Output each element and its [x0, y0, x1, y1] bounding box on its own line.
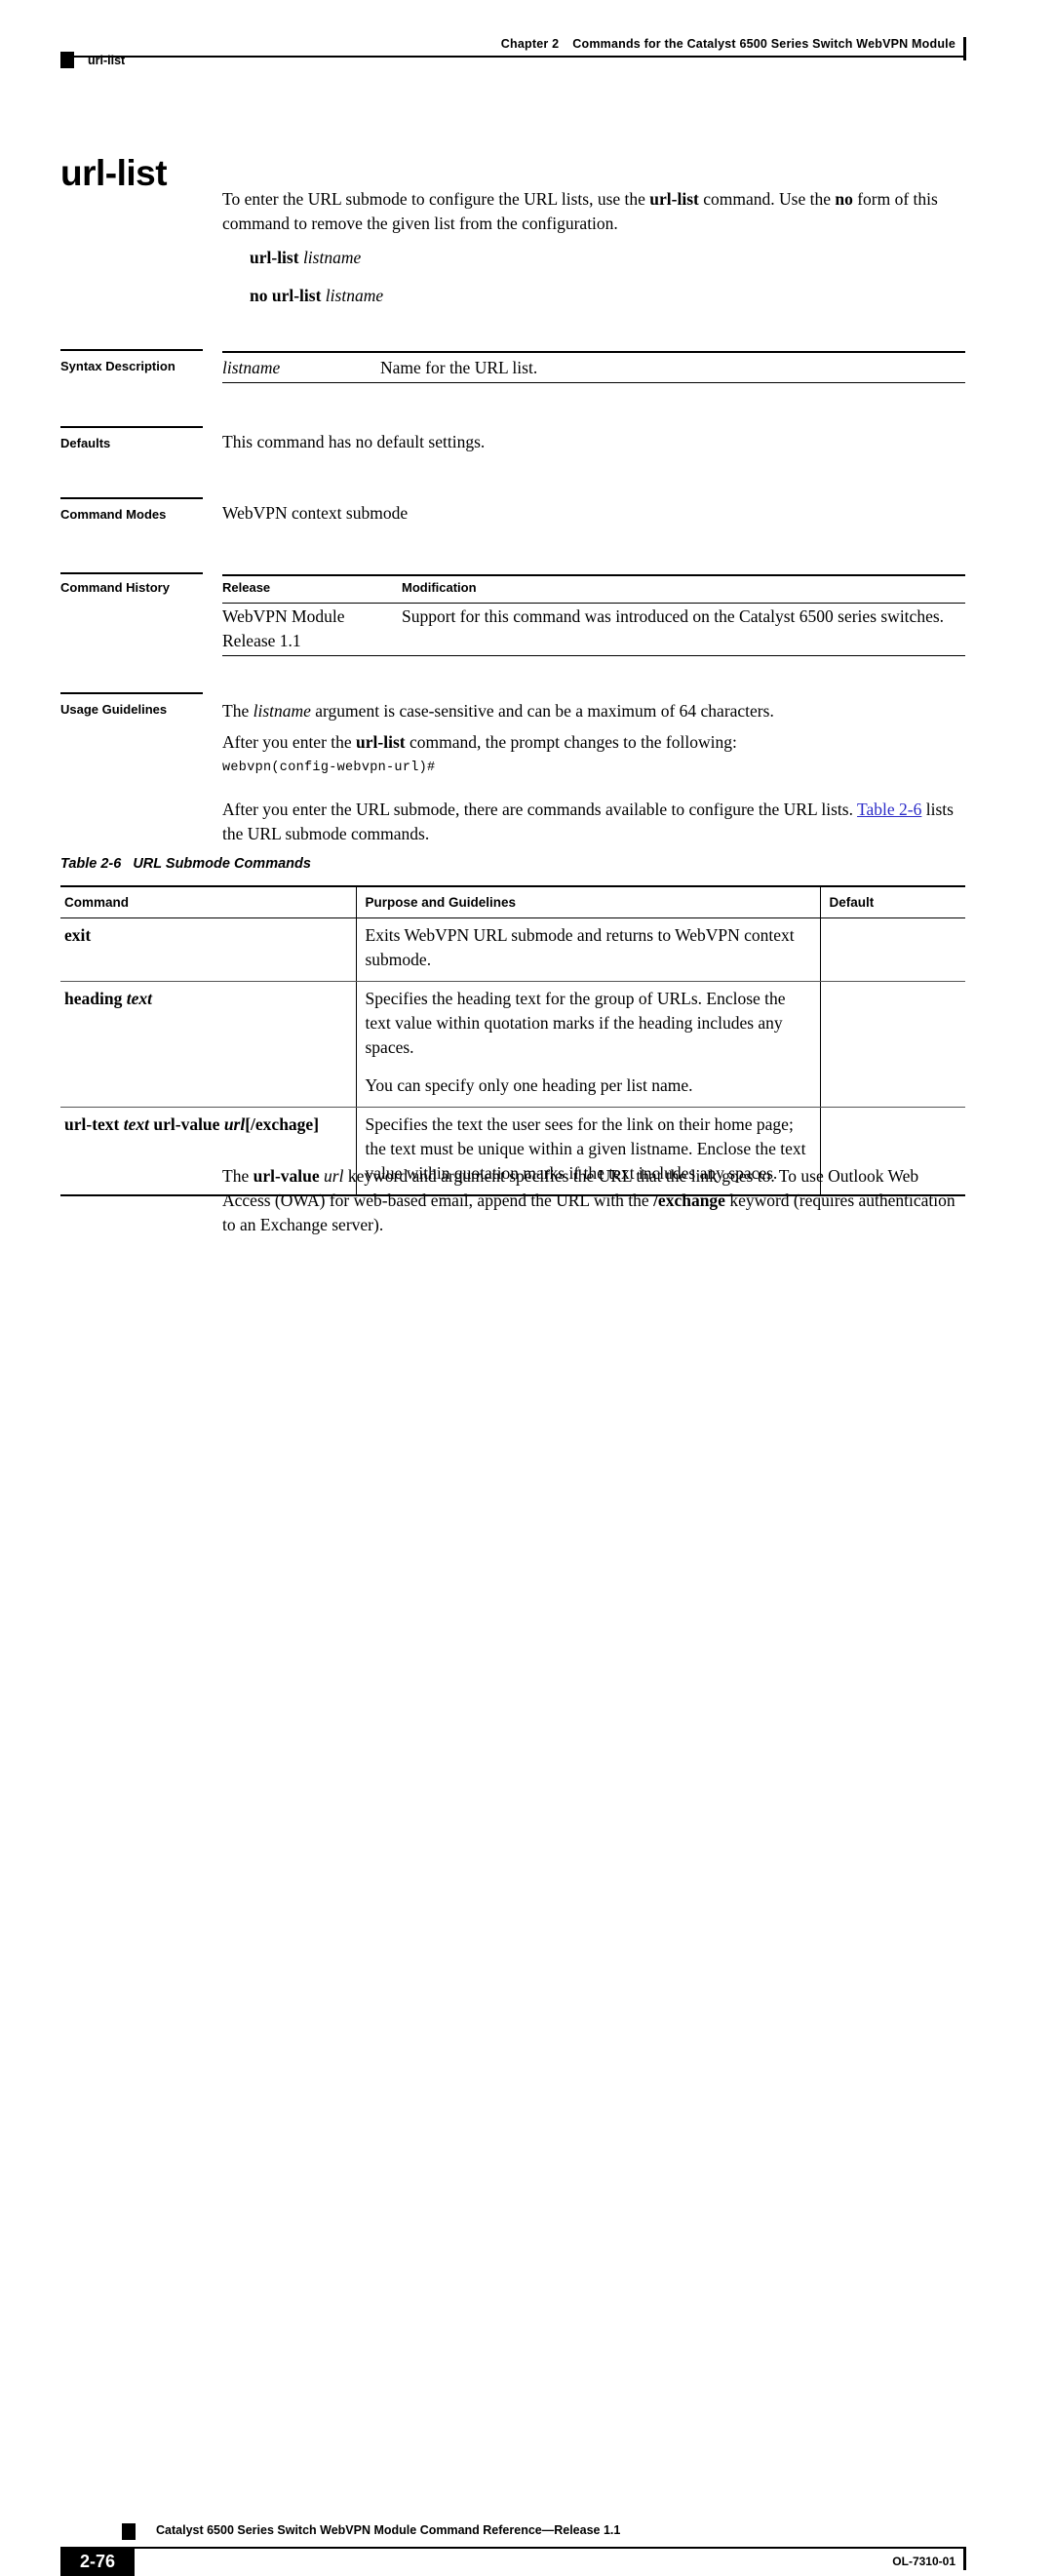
- page-title: url-list: [60, 152, 168, 193]
- table-row: heading text Specifies the heading text …: [60, 981, 965, 1108]
- syntax-description-label-rule: [60, 349, 203, 351]
- syntax-command: url-list: [250, 248, 299, 267]
- row-command-bold2: url-value: [153, 1114, 220, 1134]
- command-modes-label-rule: [60, 497, 203, 499]
- table-col-command: Command: [60, 885, 356, 918]
- purpose-paragraph: Specifies the heading text for the group…: [365, 989, 786, 1057]
- page-header: Chapter 2 Commands for the Catalyst 6500 …: [0, 0, 1053, 88]
- command-history-col-modification: Modification: [402, 580, 477, 595]
- footer-page-number: 2-76: [60, 2547, 135, 2576]
- row-command-bold: url-text: [64, 1114, 120, 1134]
- syntax-description-text: Name for the URL list.: [380, 358, 538, 377]
- table-cell-command: heading text: [60, 981, 356, 1108]
- defaults-label: Defaults: [60, 436, 111, 450]
- footer-document-id: OL-7310-01: [892, 2555, 956, 2568]
- table-caption: Table 2-6 URL Submode Commands: [60, 856, 311, 872]
- tail-command-url-value: url-value: [253, 1166, 320, 1186]
- table-header-row: Command Purpose and Guidelines Default: [60, 885, 965, 918]
- header-chapter-title: Commands for the Catalyst 6500 Series Sw…: [572, 37, 956, 51]
- row-command-bold: heading: [64, 989, 123, 1008]
- purpose-paragraph: You can specify only one heading per lis…: [365, 1075, 693, 1095]
- command-history-label: Command History: [60, 580, 170, 595]
- usage-paragraph-3: After you enter the URL submode, there a…: [222, 798, 965, 846]
- table-cross-reference-link[interactable]: Table 2-6: [857, 800, 921, 819]
- usage-p1-a: The: [222, 701, 254, 721]
- usage-p2-b: command, the prompt changes to the follo…: [405, 732, 737, 752]
- syntax-line-affirmative: url-list listname: [250, 246, 361, 270]
- command-modes-text: WebVPN context submode: [222, 503, 409, 523]
- command-history-top-rule: [222, 574, 965, 576]
- row-command-italic: text: [119, 1114, 154, 1134]
- defaults-label-rule: [60, 426, 203, 428]
- cli-prompt-code: webvpn(config-webvpn-url)#: [222, 761, 436, 775]
- intro-text-b: command. Use the: [698, 189, 836, 209]
- header-running-head: url-list: [88, 54, 126, 67]
- tail-keyword-exchange: /exchange: [653, 1190, 725, 1210]
- table-cell-default: [819, 981, 965, 1108]
- table-row: exit Exits WebVPN URL submode and return…: [60, 917, 965, 982]
- table-cell-purpose: Exits WebVPN URL submode and returns to …: [355, 917, 820, 982]
- table-col-default: Default: [819, 885, 965, 918]
- header-square-marker-icon: [60, 52, 74, 68]
- usage-paragraph-1: The listname argument is case-sensitive …: [222, 699, 965, 723]
- header-chapter-line: Chapter 2 Commands for the Catalyst 6500 …: [501, 37, 956, 51]
- footer-square-marker-icon: [122, 2523, 136, 2540]
- url-submode-commands-table: Command Purpose and Guidelines Default e…: [60, 885, 965, 1196]
- command-history-modification-value: Support for this command was introduced …: [402, 606, 945, 626]
- tail-a: The: [222, 1166, 254, 1186]
- syntax-description-label: Syntax Description: [60, 359, 176, 373]
- usage-p1-b: argument is case-sensitive and can be a …: [310, 701, 774, 721]
- usage-paragraph-2: After you enter the url-list command, th…: [222, 730, 965, 755]
- command-modes-label: Command Modes: [60, 507, 167, 522]
- syntax-command-no: no url-list: [250, 286, 322, 305]
- syntax-argument: listname: [302, 248, 362, 267]
- tail-paragraph: The url-value url keyword and argument s…: [222, 1164, 965, 1237]
- usage-guidelines-label-rule: [60, 692, 203, 694]
- syntax-table-bottom-rule: [222, 382, 965, 383]
- purpose-paragraph: Exits WebVPN URL submode and returns to …: [365, 925, 795, 969]
- table-caption-number: Table 2-6: [60, 856, 122, 872]
- defaults-text: This command has no default settings.: [222, 432, 486, 451]
- intro-text-a: To enter the URL submode to configure th…: [222, 189, 650, 209]
- footer-endcap-mark: [963, 2547, 966, 2570]
- syntax-line-negative: no url-list listname: [250, 284, 383, 308]
- table-col-purpose: Purpose and Guidelines: [355, 885, 820, 918]
- footer-doc-title: Catalyst 6500 Series Switch WebVPN Modul…: [156, 2523, 621, 2537]
- table-cell-default: [819, 917, 965, 982]
- page-footer: Catalyst 6500 Series Switch WebVPN Modul…: [0, 1253, 1053, 2576]
- row-command-italic: text: [122, 989, 152, 1008]
- usage-p2-a: After you enter the: [222, 732, 357, 752]
- usage-guidelines-label: Usage Guidelines: [60, 702, 168, 717]
- footer-rule: [60, 2547, 965, 2549]
- intro-command-url-list: url-list: [649, 189, 699, 209]
- row-command-italic2: url: [219, 1114, 246, 1134]
- command-history-label-rule: [60, 572, 203, 574]
- command-history-header-rule: [222, 603, 965, 604]
- tail-argument-url: url: [324, 1166, 344, 1186]
- usage-p3-a: After you enter the URL submode, there a…: [222, 800, 858, 819]
- usage-p1-argument: listname: [253, 701, 311, 721]
- row-command-bold: exit: [64, 925, 92, 945]
- intro-paragraph: To enter the URL submode to configure th…: [222, 187, 965, 236]
- table-cell-purpose: Specifies the heading text for the group…: [355, 981, 820, 1108]
- syntax-description-term: listname: [222, 358, 281, 377]
- header-chapter-label: Chapter 2: [500, 37, 560, 51]
- syntax-argument-no: listname: [325, 286, 384, 305]
- command-history-release-value: WebVPN Module Release 1.1: [222, 606, 345, 650]
- command-history-col-release: Release: [222, 580, 271, 595]
- header-endcap-mark: [963, 37, 966, 60]
- table-caption-title: URL Submode Commands: [133, 856, 311, 872]
- command-history-bottom-rule: [222, 655, 965, 656]
- table-cell-command: exit: [60, 917, 356, 982]
- header-rule: [72, 56, 965, 58]
- row-command-tail: [/exchage]: [245, 1114, 320, 1134]
- intro-keyword-no: no: [835, 189, 853, 209]
- usage-p2-command: url-list: [356, 732, 406, 752]
- syntax-table-top-rule: [222, 351, 965, 353]
